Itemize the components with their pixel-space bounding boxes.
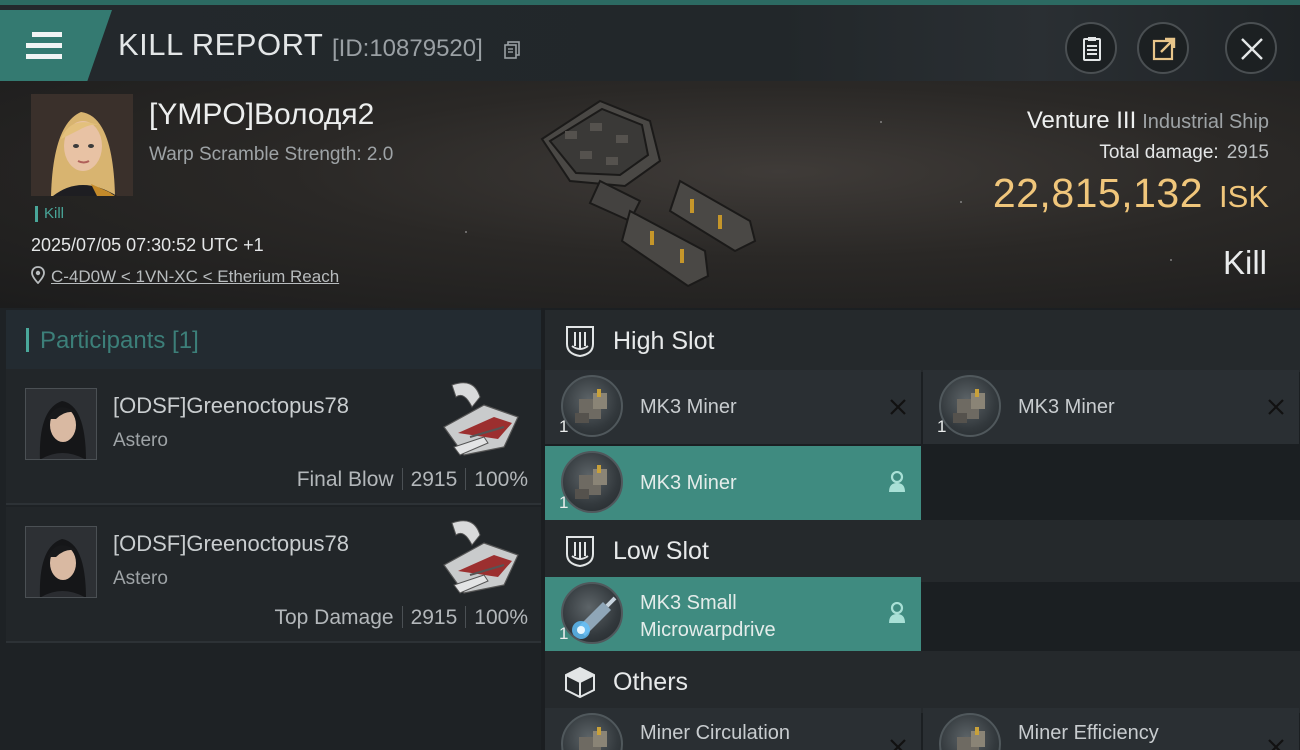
victim-ship-title: Venture III Industrial Ship <box>1027 107 1269 135</box>
kill-result: Kill <box>1222 244 1267 281</box>
participant-role: Top Damage <box>274 606 394 629</box>
stat-separator <box>465 606 467 628</box>
header-bar: KILL REPORT [ID:10879520] <box>0 5 1300 81</box>
miner-module-icon <box>939 375 1001 437</box>
report-button[interactable] <box>1065 22 1117 74</box>
high-slot-icon <box>566 326 594 358</box>
module-name: MK3 Miner <box>1018 396 1115 418</box>
module-name: MK3 Small Microwarpdrive <box>640 590 776 644</box>
report-id: [ID:10879520] <box>332 35 483 62</box>
participant-damage: 2915 <box>410 606 458 629</box>
total-damage-value: 2915 <box>1226 142 1269 163</box>
victim-summary: [YMPO]Володя2 Warp Scramble Strength: 2.… <box>0 81 1300 308</box>
location-pin-icon <box>31 266 45 284</box>
module-name: Miner Circulation <box>640 722 791 744</box>
module-name-line: MK3 Small <box>640 592 737 614</box>
module-slot[interactable]: 1 MK3 Miner <box>545 370 921 444</box>
participant-avatar[interactable] <box>25 388 97 460</box>
stat-separator <box>401 468 403 490</box>
high-slot-label: High Slot <box>613 327 715 355</box>
kill-datetime: 2025/07/05 07:30:52 UTC +1 <box>31 235 264 255</box>
participants-header: Participants [1] <box>6 310 541 369</box>
participant-ship: Astero <box>113 568 168 589</box>
stat-separator <box>465 468 467 490</box>
page-title: KILL REPORT <box>118 27 324 62</box>
module-slot[interactable]: Miner Efficiency <box>923 708 1299 750</box>
participant-ship-image[interactable] <box>434 377 526 463</box>
stat-separator <box>401 606 403 628</box>
miner-circulation-icon <box>561 713 623 750</box>
participant-percent: 100% <box>474 468 528 491</box>
participant-ship-image[interactable] <box>434 515 526 601</box>
miner-efficiency-icon <box>939 713 1001 750</box>
destroyed-icon <box>1268 739 1284 750</box>
victim-ship-image[interactable] <box>530 91 770 301</box>
destroyed-icon <box>1268 399 1284 415</box>
participant-row[interactable]: [ODSF]Greenoctopus78 Astero Top Damage 29… <box>6 507 541 643</box>
participants-panel: Participants [1] [ODSF]Greenoctopus78 As… <box>0 308 541 750</box>
cube-icon <box>565 666 595 699</box>
participant-stats: Final Blow 2915 100% <box>297 468 528 492</box>
module-quantity: 1 <box>559 493 569 512</box>
module-quantity: 1 <box>559 624 569 643</box>
close-button[interactable] <box>1225 22 1277 74</box>
isk-value: 22,815,132 ISK <box>993 170 1269 217</box>
module-slot[interactable]: 1 MK3 Miner <box>923 370 1299 444</box>
module-slot[interactable]: 1 MK3 Miner <box>545 446 921 520</box>
module-slot[interactable]: 1 MK3 Small Microwarpdrive <box>545 577 921 651</box>
participant-stats: Top Damage 2915 100% <box>274 606 528 630</box>
participants-header-accent <box>26 328 29 352</box>
isk-amount: 22,815,132 <box>992 170 1204 216</box>
others-header: Others <box>545 651 1300 713</box>
victim-name[interactable]: [YMPO]Володя2 <box>149 98 374 132</box>
copy-icon[interactable] <box>504 41 520 59</box>
module-quantity: 1 <box>559 417 569 436</box>
module-quantity: 1 <box>937 417 947 436</box>
participant-name[interactable]: [ODSF]Greenoctopus78 <box>113 393 349 419</box>
hamburger-menu-icon <box>26 32 62 60</box>
participant-percent: 100% <box>474 606 528 629</box>
participant-avatar[interactable] <box>25 526 97 598</box>
low-slot-header: Low Slot <box>545 520 1300 582</box>
pilot-dropped-icon <box>889 602 905 623</box>
participant-damage: 2915 <box>410 468 458 491</box>
microwarpdrive-module-icon <box>561 582 623 644</box>
victim-ship-class: Industrial Ship <box>1142 111 1269 133</box>
isk-unit: ISK <box>1219 179 1269 214</box>
location-link[interactable]: C-4D0W < 1VN-XC < Etherium Reach <box>51 267 339 286</box>
module-slot[interactable]: Miner Circulation <box>545 708 921 750</box>
warp-scramble-strength: Warp Scramble Strength: 2.0 <box>149 144 394 165</box>
participants-label: Participants [1] <box>40 327 199 354</box>
share-icon <box>1152 37 1176 61</box>
total-damage: Total damage: 2915 <box>1099 142 1269 164</box>
participant-ship: Astero <box>113 430 168 451</box>
victim-avatar[interactable] <box>31 94 133 196</box>
kill-location[interactable]: C-4D0W < 1VN-XC < Etherium Reach <box>31 266 339 287</box>
module-name: Miner Efficiency <box>1018 722 1159 744</box>
others-label: Others <box>613 668 689 696</box>
participant-role: Final Blow <box>296 468 394 491</box>
close-icon <box>1241 38 1263 60</box>
victim-ship-name: Venture III <box>1026 107 1137 134</box>
participant-row[interactable]: [ODSF]Greenoctopus78 Astero Final Blow 29… <box>6 369 541 505</box>
module-name: MK3 Miner <box>640 396 737 418</box>
low-slot-icon <box>566 536 594 568</box>
module-name: MK3 Miner <box>640 472 737 494</box>
clipboard-icon <box>1083 37 1101 61</box>
miner-module-icon <box>561 451 623 513</box>
destroyed-icon <box>890 399 906 415</box>
destroyed-icon <box>890 739 906 750</box>
high-slot-header: High Slot <box>545 310 1300 372</box>
miner-module-icon <box>561 375 623 437</box>
total-damage-label: Total damage: <box>1099 142 1219 163</box>
module-name-line: Microwarpdrive <box>640 619 776 641</box>
kill-tag: Kill <box>35 206 64 222</box>
participant-name[interactable]: [ODSF]Greenoctopus78 <box>113 531 349 557</box>
share-button[interactable] <box>1137 22 1189 74</box>
menu-button[interactable] <box>0 10 112 81</box>
low-slot-label: Low Slot <box>613 537 709 565</box>
pilot-dropped-icon <box>889 471 905 492</box>
fittings-panel: High Slot 1 MK3 Miner 1 MK3 Miner 1 MK3 … <box>545 308 1300 750</box>
